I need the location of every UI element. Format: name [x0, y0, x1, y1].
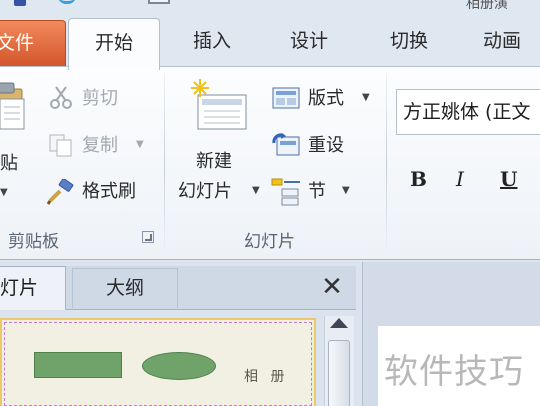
title-bar — [0, 0, 540, 14]
close-icon[interactable]: ✕ — [318, 270, 346, 304]
paste-icon[interactable] — [0, 81, 26, 133]
new-slide-dropdown-icon[interactable]: ▼ — [252, 185, 260, 196]
italic-button[interactable]: I — [456, 167, 464, 191]
layout-dropdown-icon[interactable]: ▼ — [362, 92, 370, 103]
new-slide-icon[interactable] — [190, 79, 248, 133]
layout-button[interactable]: 版式 — [308, 84, 344, 110]
window-title: 相册演 — [466, 0, 508, 12]
clipboard-group-label: 剪贴板 — [8, 232, 59, 252]
ribbon: 贴 ▼ 剪切 复制 ▼ 格式刷 剪贴板 新建 幻灯片 ▼ 版式 ▼ 重设 节 ▼… — [0, 66, 540, 260]
section-icon[interactable] — [270, 177, 302, 207]
layout-icon[interactable] — [272, 87, 300, 109]
cut-button[interactable]: 剪切 — [82, 84, 118, 110]
tab-animation[interactable]: 动画 — [462, 14, 540, 68]
quick-access-icon[interactable] — [148, 0, 170, 4]
tab-file[interactable]: 文件 — [0, 20, 66, 68]
paste-dropdown-icon[interactable]: ▼ — [0, 187, 8, 198]
tab-file-label: 文件 — [0, 32, 35, 54]
format-painter-icon[interactable] — [46, 179, 76, 205]
scrollbar-thumb[interactable] — [328, 340, 350, 406]
group-separator — [164, 73, 165, 255]
group-separator — [386, 73, 387, 255]
thumbnail-rectangle-shape — [34, 352, 122, 378]
thumbnail-text: 相 册 — [244, 369, 289, 385]
scroll-up-arrow-icon[interactable] — [330, 318, 348, 328]
tab-insert[interactable]: 插入 — [168, 14, 256, 68]
section-dropdown-icon[interactable]: ▼ — [342, 185, 350, 196]
tab-design[interactable]: 设计 — [262, 14, 356, 68]
scissors-icon[interactable] — [48, 85, 74, 109]
paste-button-label[interactable]: 贴 — [0, 149, 18, 175]
reset-icon[interactable] — [272, 133, 300, 157]
tab-slides[interactable]: 灯片 — [0, 266, 66, 310]
bold-button[interactable]: B — [410, 167, 427, 191]
underline-button[interactable]: U — [500, 167, 517, 191]
reset-button[interactable]: 重设 — [308, 131, 344, 157]
copy-dropdown-icon[interactable]: ▼ — [136, 139, 144, 150]
thumbnail-ellipse-shape — [142, 352, 216, 380]
new-slide-label-line2[interactable]: 幻灯片 — [178, 177, 232, 203]
tab-home[interactable]: 开始 — [68, 18, 160, 70]
copy-button[interactable]: 复制 — [82, 131, 118, 157]
watermark-text: 软件技巧 — [384, 352, 524, 392]
tab-transition[interactable]: 切换 — [362, 14, 456, 68]
section-button[interactable]: 节 — [308, 177, 326, 203]
ribbon-tab-row: 文件 开始 插入 设计 切换 动画 — [0, 14, 540, 70]
dialog-launcher-icon[interactable] — [142, 231, 154, 243]
copy-icon[interactable] — [48, 133, 74, 157]
new-slide-label-line1[interactable]: 新建 — [196, 147, 232, 173]
tab-outline[interactable]: 大纲 — [72, 268, 178, 308]
slides-group-label: 幻灯片 — [244, 232, 295, 252]
font-name-combobox[interactable]: 方正姚体 (正文 — [396, 89, 540, 135]
save-icon[interactable] — [14, 0, 26, 6]
format-painter-button[interactable]: 格式刷 — [82, 177, 136, 203]
